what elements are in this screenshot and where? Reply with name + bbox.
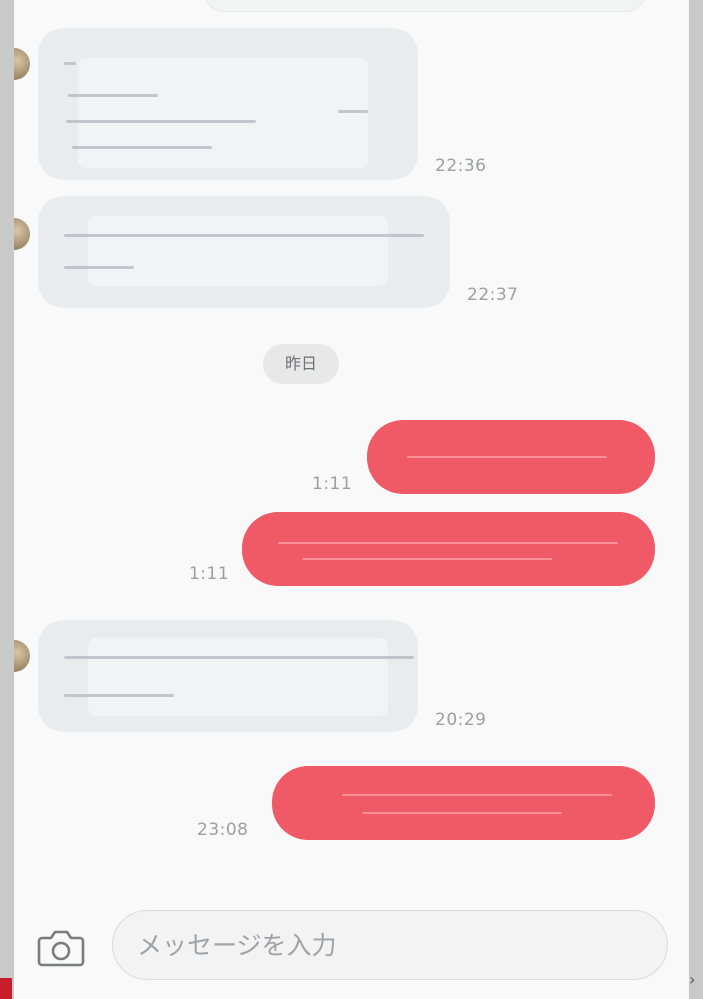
message-timestamp: 20:29 bbox=[435, 710, 487, 730]
message-timestamp: 22:37 bbox=[467, 285, 519, 305]
avatar[interactable] bbox=[14, 640, 30, 672]
message-bubble-incoming[interactable] bbox=[38, 28, 418, 180]
message-bubble-incoming[interactable] bbox=[38, 620, 418, 732]
message-bubble-outgoing[interactable] bbox=[242, 512, 655, 586]
message-bubble-outgoing[interactable] bbox=[272, 766, 655, 840]
message-timestamp: 22:36 bbox=[435, 156, 487, 176]
message-timestamp: 1:11 bbox=[312, 474, 353, 494]
message-bubble-incoming[interactable] bbox=[38, 196, 450, 308]
message-composer bbox=[14, 880, 689, 999]
date-separator: 昨日 bbox=[263, 344, 339, 384]
chat-screen: 22:36 22:37 昨日 1:11 1:11 20:29 23:08 bbox=[14, 0, 689, 999]
avatar[interactable] bbox=[14, 218, 30, 250]
message-timestamp: 1:11 bbox=[189, 564, 230, 584]
window-edge bbox=[0, 978, 12, 999]
message-bubble-partial[interactable] bbox=[204, 0, 646, 12]
message-bubble-outgoing[interactable] bbox=[367, 420, 655, 494]
message-timestamp: 23:08 bbox=[197, 820, 249, 840]
message-input[interactable] bbox=[112, 910, 668, 980]
chevron-right-icon: › bbox=[689, 970, 696, 989]
camera-icon bbox=[37, 930, 85, 967]
camera-button[interactable] bbox=[36, 926, 86, 970]
avatar[interactable] bbox=[14, 48, 30, 80]
